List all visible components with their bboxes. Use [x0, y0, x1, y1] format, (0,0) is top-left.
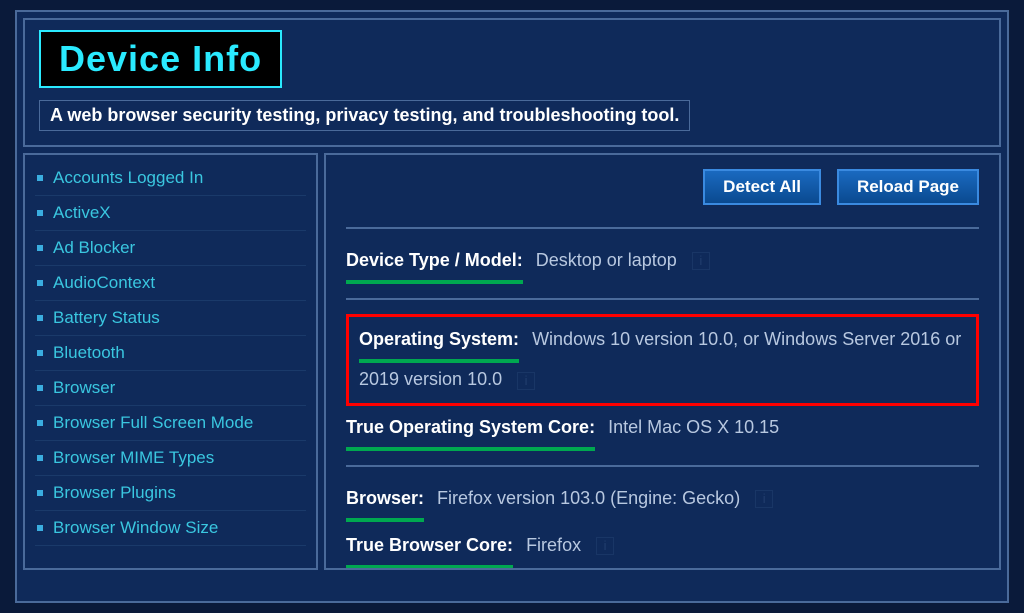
- bullet-icon: [37, 385, 43, 391]
- true-os-label: True Operating System Core:: [346, 410, 595, 451]
- true-os-row: True Operating System Core: Intel Mac OS…: [346, 410, 979, 451]
- info-icon[interactable]: i: [517, 372, 535, 390]
- sidebar: Accounts Logged In ActiveX Ad Blocker Au…: [23, 153, 318, 570]
- page-subtitle: A web browser security testing, privacy …: [50, 105, 679, 125]
- bullet-icon: [37, 210, 43, 216]
- button-row: Detect All Reload Page: [346, 169, 979, 205]
- sidebar-item-label: AudioContext: [53, 273, 155, 293]
- sidebar-item-label: Browser MIME Types: [53, 448, 214, 468]
- true-browser-value: Firefox: [526, 535, 581, 555]
- bullet-icon: [37, 315, 43, 321]
- bullet-icon: [37, 525, 43, 531]
- sidebar-item-label: ActiveX: [53, 203, 111, 223]
- logo-box: Device Info: [39, 30, 282, 88]
- true-os-value: Intel Mac OS X 10.15: [608, 417, 779, 437]
- info-icon[interactable]: i: [596, 537, 614, 555]
- reload-page-button[interactable]: Reload Page: [837, 169, 979, 205]
- info-icon[interactable]: i: [692, 252, 710, 270]
- divider: [346, 298, 979, 300]
- divider: [346, 227, 979, 229]
- sidebar-item-browser-window-size[interactable]: Browser Window Size: [35, 511, 306, 546]
- sidebar-item-label: Accounts Logged In: [53, 168, 203, 188]
- sidebar-item-browser[interactable]: Browser: [35, 371, 306, 406]
- sidebar-item-label: Bluetooth: [53, 343, 125, 363]
- bullet-icon: [37, 280, 43, 286]
- browser-value: Firefox version 103.0 (Engine: Gecko): [437, 488, 740, 508]
- os-highlight-box: Operating System: Windows 10 version 10.…: [346, 314, 979, 406]
- bullet-icon: [37, 420, 43, 426]
- divider: [346, 465, 979, 467]
- bullet-icon: [37, 455, 43, 461]
- device-type-value: Desktop or laptop: [536, 250, 677, 270]
- sidebar-item-label: Browser Full Screen Mode: [53, 413, 253, 433]
- os-label: Operating System:: [359, 323, 519, 363]
- device-type-label: Device Type / Model:: [346, 243, 523, 284]
- true-browser-row: True Browser Core: Firefox i: [346, 528, 979, 569]
- sidebar-item-label: Browser: [53, 378, 115, 398]
- page-title: Device Info: [59, 38, 262, 79]
- sidebar-item-browser-full-screen[interactable]: Browser Full Screen Mode: [35, 406, 306, 441]
- main-frame: Device Info A web browser security testi…: [15, 10, 1009, 603]
- info-icon[interactable]: i: [755, 490, 773, 508]
- sidebar-item-audiocontext[interactable]: AudioContext: [35, 266, 306, 301]
- sidebar-item-browser-plugins[interactable]: Browser Plugins: [35, 476, 306, 511]
- sidebar-item-label: Browser Window Size: [53, 518, 218, 538]
- browser-row: Browser: Firefox version 103.0 (Engine: …: [346, 481, 979, 522]
- sidebar-item-accounts-logged-in[interactable]: Accounts Logged In: [35, 161, 306, 196]
- os-row: Operating System: Windows 10 version 10.…: [359, 323, 966, 397]
- bullet-icon: [37, 245, 43, 251]
- sidebar-item-ad-blocker[interactable]: Ad Blocker: [35, 231, 306, 266]
- header: Device Info A web browser security testi…: [23, 18, 1001, 147]
- bullet-icon: [37, 490, 43, 496]
- sidebar-item-activex[interactable]: ActiveX: [35, 196, 306, 231]
- sidebar-item-browser-mime[interactable]: Browser MIME Types: [35, 441, 306, 476]
- content-row: Accounts Logged In ActiveX Ad Blocker Au…: [23, 153, 1001, 570]
- subtitle-box: A web browser security testing, privacy …: [39, 100, 690, 131]
- device-type-row: Device Type / Model: Desktop or laptop i: [346, 243, 979, 284]
- sidebar-item-label: Battery Status: [53, 308, 160, 328]
- browser-label: Browser:: [346, 481, 424, 522]
- bullet-icon: [37, 350, 43, 356]
- true-browser-label: True Browser Core:: [346, 528, 513, 569]
- sidebar-item-label: Browser Plugins: [53, 483, 176, 503]
- detect-all-button[interactable]: Detect All: [703, 169, 821, 205]
- main-panel: Detect All Reload Page Device Type / Mod…: [324, 153, 1001, 570]
- sidebar-item-label: Ad Blocker: [53, 238, 135, 258]
- sidebar-item-bluetooth[interactable]: Bluetooth: [35, 336, 306, 371]
- bullet-icon: [37, 175, 43, 181]
- sidebar-item-battery-status[interactable]: Battery Status: [35, 301, 306, 336]
